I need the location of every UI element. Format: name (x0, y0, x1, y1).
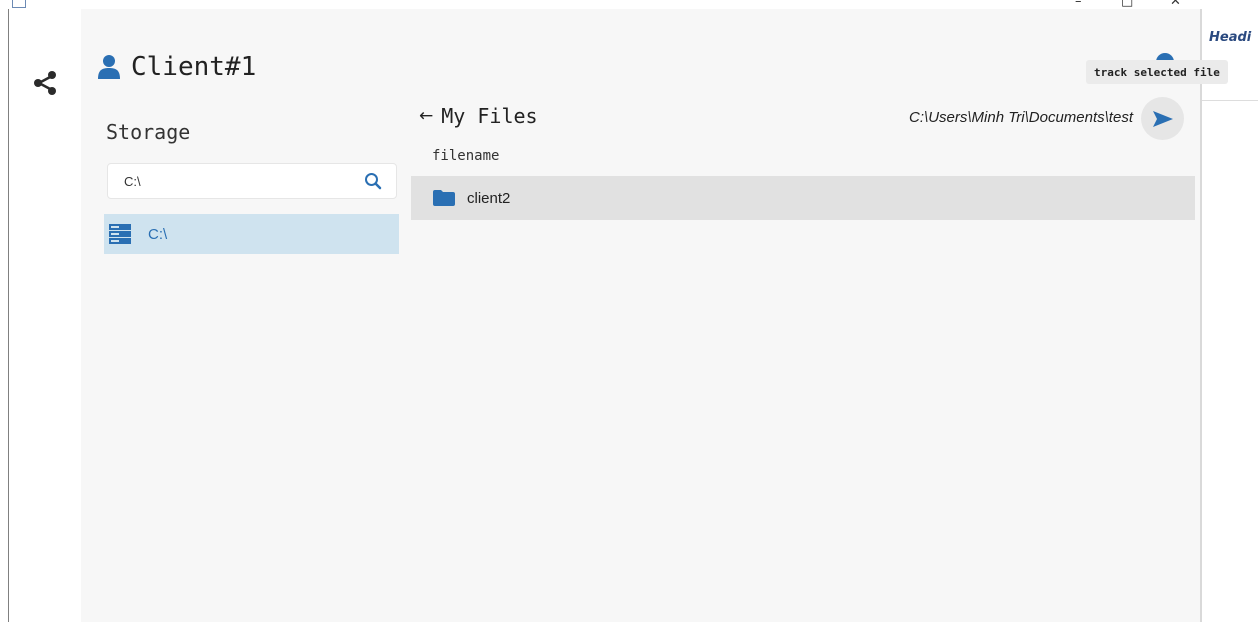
storage-title: Storage (106, 120, 191, 144)
track-file-button[interactable] (1141, 97, 1184, 140)
maximize-button[interactable]: □ (1121, 0, 1133, 9)
share-icon[interactable] (33, 70, 59, 96)
side-document-rule (1202, 100, 1258, 101)
side-document-heading: Headi (1209, 30, 1252, 45)
storage-search-input[interactable] (124, 172, 354, 190)
main-content (81, 9, 1200, 622)
back-arrow-icon: ← (419, 106, 434, 126)
search-icon[interactable] (364, 172, 382, 190)
drive-item-c[interactable]: C:\ (104, 214, 399, 254)
drive-label: C:\ (148, 225, 168, 243)
storage-search-box (107, 163, 397, 199)
folder-icon (433, 190, 455, 206)
send-icon (1152, 110, 1173, 127)
close-button[interactable]: ✕ (1170, 0, 1181, 9)
client-name: Client#1 (131, 52, 257, 82)
file-name: client2 (467, 189, 511, 207)
app-icon (12, 0, 26, 8)
nav-rail (9, 9, 81, 622)
column-header-filename[interactable]: filename (432, 148, 499, 164)
user-icon (98, 55, 120, 79)
tooltip: track selected file (1086, 60, 1228, 84)
side-document-panel (1202, 0, 1258, 622)
title-bar: – □ ✕ (0, 0, 1258, 9)
minimize-button[interactable]: – (1075, 0, 1082, 9)
back-button[interactable]: ← My Files (419, 104, 538, 128)
file-row[interactable]: client2 (411, 176, 1195, 220)
current-path: C:\Users\Minh Tri\Documents\test (909, 109, 1133, 126)
files-title: My Files (441, 104, 538, 128)
storage-drive-icon (109, 224, 131, 244)
client-header: Client#1 (97, 52, 256, 82)
